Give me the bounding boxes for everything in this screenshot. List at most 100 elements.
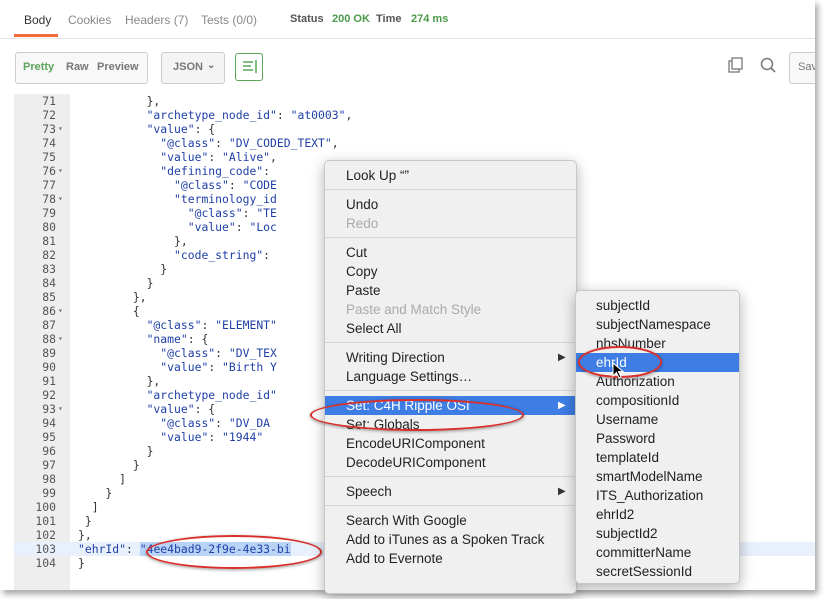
menu-item[interactable]: ITS_Authorization xyxy=(576,486,739,505)
code-text: }, xyxy=(78,290,147,304)
line-number: 80 xyxy=(42,220,56,234)
menu-item[interactable]: Undo xyxy=(325,195,576,214)
annotation-oval-ehrid-value xyxy=(146,535,322,569)
menu-item-label: Language Settings… xyxy=(346,369,473,384)
menu-item-label: compositionId xyxy=(596,393,680,408)
menu-item-label: Add to Evernote xyxy=(346,551,443,566)
time-label: Time xyxy=(376,13,402,25)
fold-toggle-icon[interactable]: ▾ xyxy=(58,164,63,178)
fold-toggle-icon[interactable]: ▾ xyxy=(58,402,63,416)
menu-item-label: subjectNamespace xyxy=(596,317,711,332)
response-tabs: Body Cookies Headers (7) Tests (0/0) Sta… xyxy=(0,0,815,39)
menu-item[interactable]: secretSessionId xyxy=(576,562,739,581)
fold-toggle-icon[interactable]: ▾ xyxy=(58,304,63,318)
code-text: } xyxy=(78,458,140,472)
line-number: 82 xyxy=(42,248,56,262)
menu-item[interactable]: Add to Evernote xyxy=(325,549,576,568)
menu-item[interactable]: smartModelName xyxy=(576,467,739,486)
menu-item: Paste and Match Style xyxy=(325,300,576,319)
menu-item[interactable]: Cut xyxy=(325,243,576,262)
code-text: "@class": "CODE xyxy=(174,178,277,192)
menu-separator xyxy=(325,390,576,391)
code-text: "value": "Loc xyxy=(187,220,277,234)
code-text: "archetype_node_id": "at0003", xyxy=(146,108,353,122)
menu-item[interactable]: ehrId2 xyxy=(576,505,739,524)
menu-item[interactable]: Username xyxy=(576,410,739,429)
line-number: 84 xyxy=(42,276,56,290)
menu-item[interactable]: Speech ▶ xyxy=(325,482,576,501)
menu-item[interactable]: Writing Direction ▶ xyxy=(325,348,576,367)
line-number: 86 xyxy=(42,304,56,318)
copy-icon[interactable] xyxy=(727,56,745,79)
tab-body[interactable]: Body xyxy=(24,13,51,27)
menu-item[interactable]: Paste xyxy=(325,281,576,300)
line-number: 71 xyxy=(42,94,56,108)
code-text: "@class": "ELEMENT" xyxy=(146,318,277,332)
code-text: } xyxy=(78,556,85,570)
menu-item[interactable]: EncodeURIComponent xyxy=(325,434,576,453)
menu-item[interactable]: Add to iTunes as a Spoken Track xyxy=(325,530,576,549)
menu-item-label: DecodeURIComponent xyxy=(346,455,486,470)
menu-item-label: EncodeURIComponent xyxy=(346,436,485,451)
annotation-oval-set-c4h xyxy=(310,399,524,431)
format-dropdown-value: JSON xyxy=(173,61,203,73)
line-number: 96 xyxy=(42,444,56,458)
line-number: 73 xyxy=(42,122,56,136)
active-tab-indicator xyxy=(14,34,58,37)
pretty-button[interactable]: Pretty xyxy=(23,61,54,73)
line-number: 102 xyxy=(35,528,56,542)
fold-toggle-icon[interactable]: ▾ xyxy=(58,332,63,346)
menu-item[interactable]: subjectId xyxy=(576,296,739,315)
code-text: { xyxy=(78,304,140,318)
menu-item[interactable]: Language Settings… xyxy=(325,367,576,386)
menu-item[interactable]: Password xyxy=(576,429,739,448)
code-line: 73 ▾ "value": { xyxy=(14,122,815,136)
status-label: Status xyxy=(290,13,324,25)
menu-item-label: Undo xyxy=(346,197,379,212)
code-text: "value": "1944" xyxy=(160,430,264,444)
menu-item[interactable]: templateId xyxy=(576,448,739,467)
code-text: } xyxy=(78,486,113,500)
code-text: "defining_code": xyxy=(160,164,271,178)
menu-item[interactable]: committerName xyxy=(576,543,739,562)
format-dropdown[interactable]: JSON ⌄ xyxy=(161,52,225,84)
code-text: } xyxy=(78,514,92,528)
save-response-button[interactable]: Sav xyxy=(789,52,815,84)
wrap-lines-button[interactable] xyxy=(235,53,263,81)
menu-item-label: committerName xyxy=(596,545,692,560)
tab-cookies[interactable]: Cookies xyxy=(68,13,111,27)
fold-toggle-icon[interactable]: ▾ xyxy=(58,192,63,206)
menu-item-label: Cut xyxy=(346,245,368,260)
tab-headers[interactable]: Headers (7) xyxy=(125,13,188,27)
line-number: 76 xyxy=(42,164,56,178)
line-number: 101 xyxy=(35,514,56,528)
menu-item-label: subjectId xyxy=(596,298,651,313)
line-number: 98 xyxy=(42,472,56,486)
submenu-arrow-icon: ▶ xyxy=(558,352,566,363)
menu-item[interactable]: Look Up “” xyxy=(325,166,576,185)
raw-button[interactable]: Raw xyxy=(66,61,89,73)
search-icon[interactable] xyxy=(759,56,777,79)
line-number: 75 xyxy=(42,150,56,164)
code-text: }, xyxy=(78,374,161,388)
submenu-arrow-icon: ▶ xyxy=(558,486,566,497)
menu-item[interactable]: compositionId xyxy=(576,391,739,410)
line-number: 83 xyxy=(42,262,56,276)
menu-item[interactable]: Search With Google xyxy=(325,511,576,530)
menu-item[interactable]: Copy xyxy=(325,262,576,281)
menu-item[interactable]: subjectId2 xyxy=(576,524,739,543)
line-number: 77 xyxy=(42,178,56,192)
menu-item[interactable]: subjectNamespace xyxy=(576,315,739,334)
fold-toggle-icon[interactable]: ▾ xyxy=(58,122,63,136)
code-text: }, xyxy=(78,234,188,248)
code-text: "name": { xyxy=(146,332,209,346)
preview-button[interactable]: Preview xyxy=(97,61,139,73)
menu-item[interactable]: Select All xyxy=(325,319,576,338)
menu-separator xyxy=(325,342,576,343)
menu-item-label: Paste and Match Style xyxy=(346,302,482,317)
line-number: 97 xyxy=(42,458,56,472)
submenu-arrow-icon: ▶ xyxy=(558,400,566,411)
menu-item[interactable]: DecodeURIComponent xyxy=(325,453,576,472)
menu-separator xyxy=(325,476,576,477)
tab-tests[interactable]: Tests (0/0) xyxy=(201,13,257,27)
